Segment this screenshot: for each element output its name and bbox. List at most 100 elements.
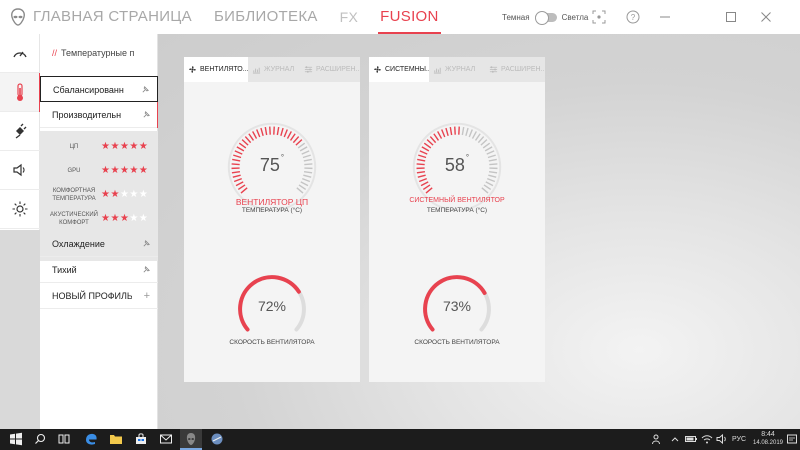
gauge-tick xyxy=(260,127,264,137)
tab-system-log[interactable]: ЖУРНАЛ xyxy=(429,57,485,82)
gauge-tick xyxy=(286,131,292,139)
pin-icon[interactable] xyxy=(142,110,151,119)
mail-icon[interactable] xyxy=(159,432,173,446)
gauge-tick xyxy=(280,127,284,137)
minimize-icon[interactable] xyxy=(656,8,674,26)
taskbar-language[interactable]: РУС xyxy=(732,436,746,443)
wifi-icon[interactable] xyxy=(700,432,714,446)
gauge-tick xyxy=(468,129,473,138)
star-filled-icon: ★ xyxy=(119,213,130,224)
pin-icon[interactable] xyxy=(142,239,151,248)
task-view-icon[interactable] xyxy=(57,432,71,446)
pin-icon[interactable] xyxy=(141,85,150,94)
nav-fusion[interactable]: FUSION xyxy=(378,0,442,34)
close-icon[interactable] xyxy=(757,8,775,26)
cpu-temperature-degree: ° xyxy=(280,153,285,162)
gauge-tick xyxy=(422,184,431,191)
gauge-tick xyxy=(421,146,430,152)
chevron-up-icon[interactable] xyxy=(668,432,682,446)
gauge-icon xyxy=(13,51,27,58)
edge-icon[interactable] xyxy=(84,432,98,446)
rail-power[interactable] xyxy=(0,112,40,151)
star-empty-icon: ★ xyxy=(129,189,139,200)
gauge-tick xyxy=(449,126,453,136)
icon-rail xyxy=(0,34,41,230)
help-icon[interactable]: ? xyxy=(624,8,642,26)
rating-temp-comfort: КОМФОРТНАЯ ТЕМПЕРАТУРА ★★★★★ xyxy=(40,183,158,207)
cpu-temperature-value: 75° xyxy=(227,153,317,176)
gauge-tick xyxy=(486,150,495,155)
crosshair-icon[interactable] xyxy=(590,8,608,26)
theme-toggle[interactable] xyxy=(534,10,557,25)
gauge-tick xyxy=(248,133,255,141)
taskbar-date[interactable]: 14.08.2019 xyxy=(752,440,784,446)
panel-title: //Температурные п xyxy=(52,48,135,58)
gauge-tick xyxy=(234,150,243,155)
gauge-tick xyxy=(441,129,446,138)
gauge-tick xyxy=(301,150,310,155)
star-filled-icon: ★ xyxy=(129,165,139,176)
search-icon[interactable] xyxy=(33,432,47,446)
rail-performance[interactable] xyxy=(0,34,40,73)
system-fan-speed-value: 73% xyxy=(442,298,472,314)
gauge-tick xyxy=(296,187,304,194)
maximize-icon[interactable] xyxy=(722,8,740,26)
nav-fx[interactable]: FX xyxy=(340,0,359,34)
tab-cpu-log[interactable]: ЖУРНАЛ xyxy=(248,57,300,82)
gauge-tick xyxy=(252,131,258,139)
gauge-tick xyxy=(300,181,309,187)
gauge-tick xyxy=(461,126,465,136)
nav-library[interactable]: БИБЛИОТЕКА xyxy=(214,0,318,34)
cpu-temperature-label: ТЕМПЕРАТУРА (°C) xyxy=(241,207,303,214)
gauge-tick xyxy=(426,139,434,146)
windows-icon[interactable] xyxy=(9,432,23,446)
plus-icon: + xyxy=(143,290,150,302)
gauge-tick xyxy=(481,187,489,194)
rail-display[interactable] xyxy=(0,190,40,229)
tab-system-fan[interactable]: СИСТЕМНЫ... xyxy=(369,57,429,82)
profile-balanced[interactable]: Сбалансированн xyxy=(40,76,158,102)
gauge-tick xyxy=(235,181,244,187)
rating-cpu-stars: ★★★★★ xyxy=(101,142,148,152)
volume-icon[interactable] xyxy=(715,432,729,446)
tab-system-advanced[interactable]: РАСШИРЕН... xyxy=(485,57,545,82)
gauge-tick xyxy=(276,126,280,136)
profile-performance[interactable]: Производительн xyxy=(40,102,159,128)
gauge-tick xyxy=(256,129,261,138)
folder-icon[interactable] xyxy=(109,432,123,446)
rail-thermal[interactable] xyxy=(0,73,41,112)
thermometer-icon xyxy=(17,83,23,101)
star-filled-icon: ★ xyxy=(119,165,130,176)
new-profile-button[interactable]: НОВЫЙ ПРОФИЛЬ + xyxy=(40,283,158,309)
nav-home[interactable]: ГЛАВНАЯ СТРАНИЦА xyxy=(33,0,192,34)
gauge-tick xyxy=(429,136,437,144)
rating-acoustic-comfort: АКУСТИЧЕСКИЙ КОМФОРТ ★★★★★ xyxy=(40,207,158,231)
cpu-fan-tabs: ВЕНТИЛЯТО... ЖУРНАЛ РАСШИРЕН... xyxy=(184,57,360,82)
rating-acoustic-comfort-stars: ★★★★★ xyxy=(101,214,148,224)
rail-audio[interactable] xyxy=(0,151,40,190)
alien-logo-icon[interactable] xyxy=(9,8,27,26)
tab-cpu-fan-label: ВЕНТИЛЯТО... xyxy=(200,66,248,73)
pin-icon[interactable] xyxy=(142,265,151,274)
fan-icon xyxy=(189,66,196,73)
battery-icon[interactable] xyxy=(684,432,698,446)
notification-icon[interactable] xyxy=(786,432,798,446)
profile-cooling[interactable]: Охлаждение xyxy=(40,231,158,257)
taskbar-time[interactable]: 8:44 xyxy=(752,431,784,438)
gauge-tick xyxy=(433,133,440,141)
store-icon[interactable] xyxy=(134,432,148,446)
profile-quiet[interactable]: Тихий xyxy=(40,257,158,283)
people-icon[interactable] xyxy=(650,432,664,446)
star-filled-icon: ★ xyxy=(138,141,149,152)
rating-temp-comfort-stars: ★★★★★ xyxy=(101,190,148,200)
tab-cpu-advanced[interactable]: РАСШИРЕН... xyxy=(300,57,360,82)
app-icon[interactable] xyxy=(210,432,224,446)
tab-cpu-fan[interactable]: ВЕНТИЛЯТО... xyxy=(184,57,248,82)
windows-taskbar: РУС 8:44 14.08.2019 xyxy=(0,429,800,450)
gauge-tick xyxy=(425,187,433,194)
profile-balanced-label: Сбалансированн xyxy=(53,85,124,95)
profile-performance-label: Производительн xyxy=(52,110,122,120)
gauge-tick xyxy=(485,181,494,187)
sliders-icon xyxy=(489,66,498,73)
taskbar-alienware-active[interactable] xyxy=(180,429,202,450)
